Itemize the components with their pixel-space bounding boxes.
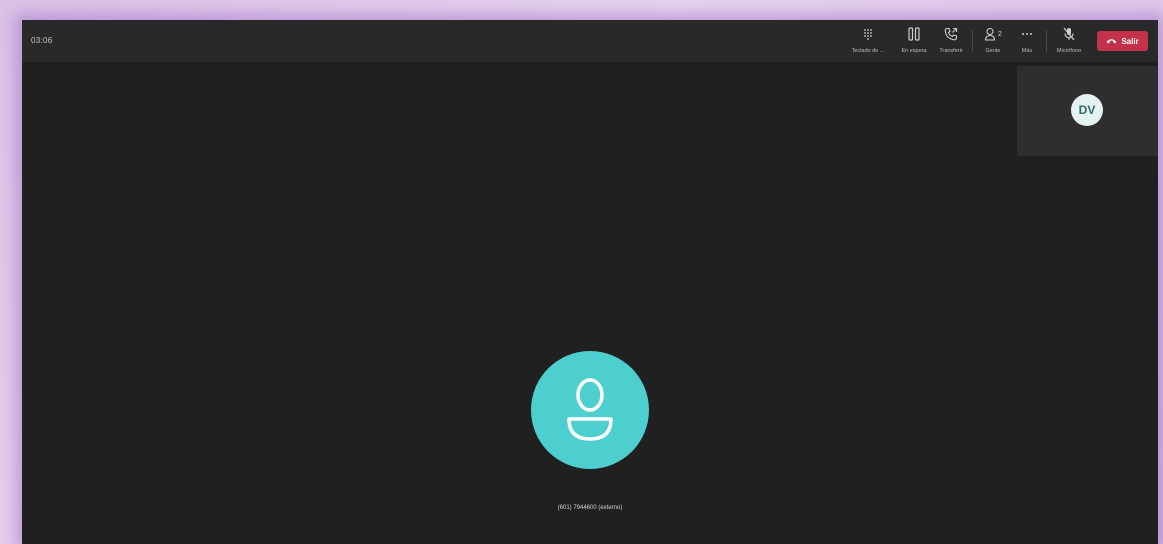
dialpad-label: Teclado de ... xyxy=(851,48,885,54)
leave-button[interactable]: Salir xyxy=(1097,31,1148,51)
toolbar-divider xyxy=(972,30,973,52)
people-label: Gente xyxy=(985,48,1001,54)
call-timer: 03:06 xyxy=(31,36,53,45)
more-label: Más xyxy=(1021,48,1033,54)
transfer-button[interactable]: Transferir xyxy=(934,24,968,60)
self-view-tile: DV xyxy=(1017,66,1158,156)
self-initials: DV xyxy=(1078,103,1096,117)
dialpad-icon xyxy=(862,24,874,44)
phone-transfer-icon xyxy=(944,24,958,44)
call-toolbar: 03:06 Teclado de ... En espera Transferi… xyxy=(22,20,1158,62)
toolbar-divider xyxy=(1046,30,1047,52)
mic-label: Micrófono xyxy=(1056,48,1082,54)
people-count: 2 xyxy=(998,30,1002,38)
hold-label: En espera xyxy=(901,48,927,54)
call-window: 03:06 Teclado de ... En espera Transferi… xyxy=(22,20,1158,544)
caller-avatar xyxy=(531,351,649,469)
pause-icon xyxy=(908,24,920,44)
leave-label: Salir xyxy=(1121,36,1139,46)
dialpad-button[interactable]: Teclado de ... xyxy=(848,24,888,60)
hold-button[interactable]: En espera xyxy=(895,24,933,60)
mic-off-icon xyxy=(1063,24,1075,44)
more-button[interactable]: Más xyxy=(1015,24,1039,60)
people-icon: 2 xyxy=(984,24,1002,44)
transfer-label: Transferir xyxy=(939,48,963,54)
self-avatar: DV xyxy=(1071,94,1103,126)
more-icon xyxy=(1021,24,1033,44)
people-button[interactable]: 2 Gente xyxy=(978,24,1008,60)
phone-hangup-icon xyxy=(1106,38,1117,44)
person-icon xyxy=(563,375,617,445)
caller-label: (601) 7944600 (externo) xyxy=(557,505,623,511)
mic-button[interactable]: Micrófono xyxy=(1051,24,1087,60)
